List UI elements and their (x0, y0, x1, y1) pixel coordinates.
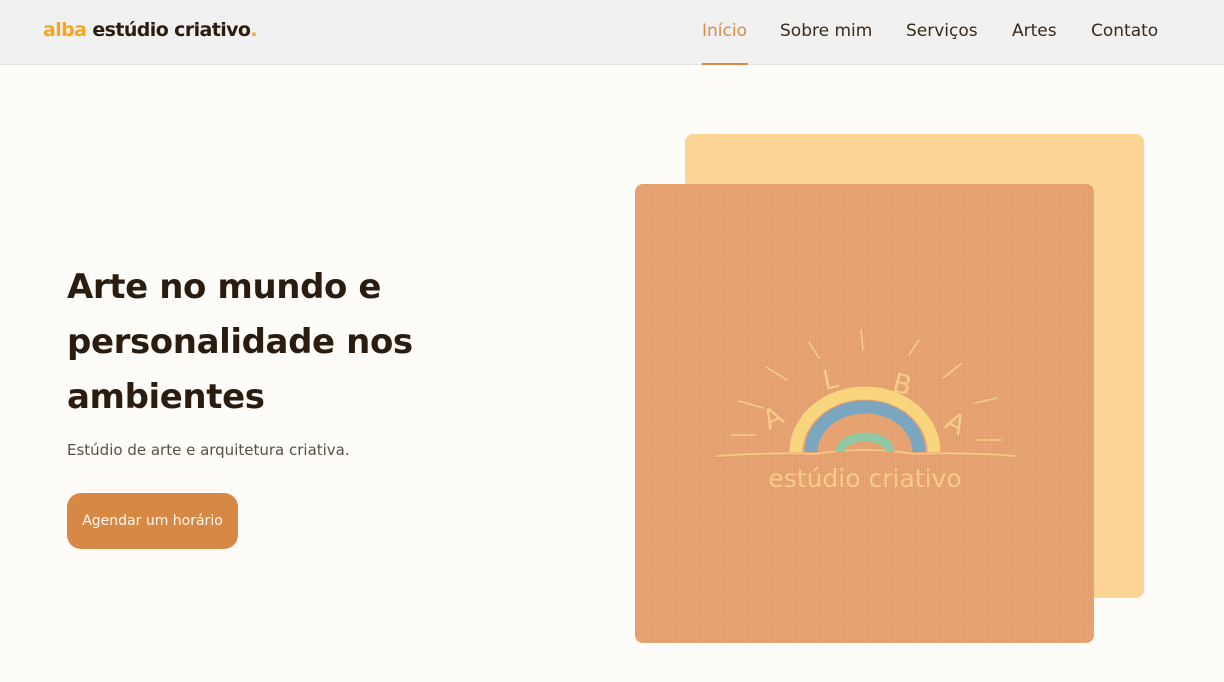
nav-item-artes[interactable]: Artes (1012, 21, 1057, 41)
hero-subtitle: Estúdio de arte e arquitetura criativa. (67, 441, 350, 459)
active-nav-indicator (702, 63, 748, 65)
logo-text: estúdio criativo (86, 19, 251, 41)
logo-letter-l: L (820, 363, 841, 396)
logo-letter-a2: A (940, 406, 971, 442)
nav-item-sobre-mim[interactable]: Sobre mim (780, 21, 872, 41)
nav-item-servicos[interactable]: Serviços (906, 21, 978, 41)
logo-tagline: estúdio criativo (768, 464, 961, 493)
logo-accent-text: alba (43, 19, 87, 41)
logo-letter-b: B (889, 368, 914, 403)
site-header: alba estúdio criativo. Início Sobre mim … (0, 0, 1224, 65)
brand-image: A L B A estúdio criativo (635, 184, 1094, 643)
logo-letter-a1: A (758, 400, 789, 436)
nav-item-inicio[interactable]: Início (702, 21, 747, 41)
site-logo[interactable]: alba estúdio criativo. (43, 19, 258, 41)
nav-item-contato[interactable]: Contato (1091, 21, 1158, 41)
alba-logo-illustration: A L B A estúdio criativo (716, 329, 1016, 493)
hero-title: Arte no mundo e personalidade nos ambien… (67, 267, 413, 417)
schedule-button[interactable]: Agendar um horário (67, 493, 238, 549)
logo-dot: . (250, 19, 257, 41)
